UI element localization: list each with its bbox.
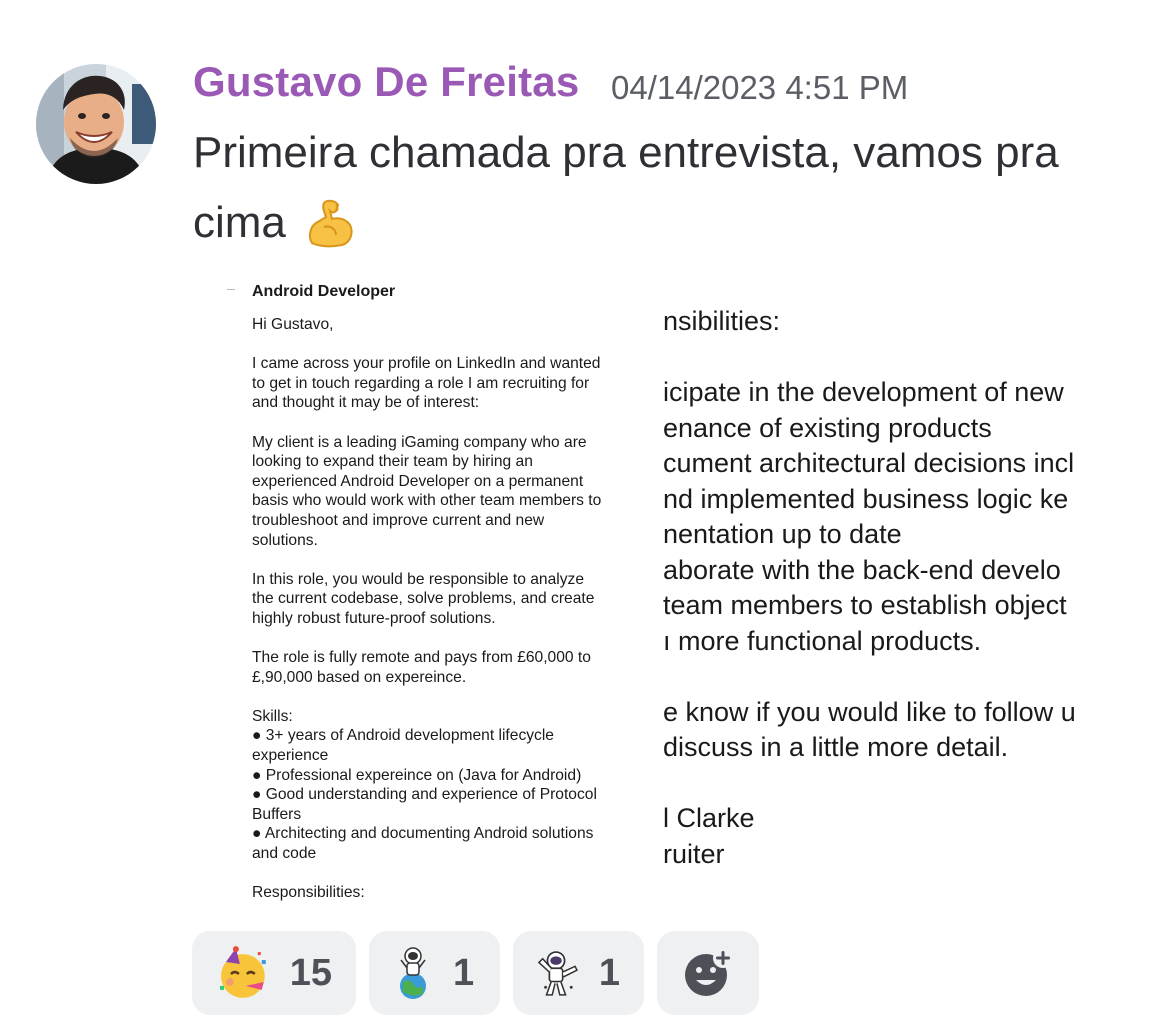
text-line — [663, 766, 1133, 802]
text-line: aborate with the back-end develo — [663, 554, 1061, 585]
text-line: nd implemented business logic ke — [663, 483, 1069, 514]
reaction-count: 1 — [453, 951, 475, 994]
paragraph: Skills: ● 3+ years of Android developmen… — [252, 707, 597, 863]
attachment-left-panel: Android Developer Hi Gustavo, I came acr… — [223, 282, 653, 910]
dabbing-astronaut-icon — [537, 951, 578, 996]
text-line — [663, 340, 1133, 376]
message-timestamp: 04/14/2023 4:51 PM — [611, 69, 909, 106]
add-reaction-icon — [685, 948, 733, 996]
text-line: nsibilities: — [663, 306, 781, 336]
text-line: enance of existing products — [663, 412, 992, 443]
partying-face-icon — [219, 946, 266, 998]
text-line: discuss in a little more detail. — [663, 732, 1009, 762]
text-line: team members to establish object — [663, 590, 1067, 620]
paragraph: In this role, you would be responsible t… — [252, 570, 595, 627]
divider — [227, 289, 235, 290]
reaction-count: 15 — [289, 951, 332, 994]
author-name[interactable]: Gustavo De Freitas — [193, 58, 579, 106]
attachment-title: Android Developer — [252, 283, 396, 300]
attachment-body: Hi Gustavo, I came across your profile o… — [252, 315, 647, 910]
add-reaction-button[interactable] — [657, 931, 759, 1015]
reaction-dabbing-astronaut[interactable]: 1 — [513, 931, 644, 1015]
text-line: e know if you would like to follow u — [663, 696, 1076, 727]
text-line: l Clarke — [663, 803, 755, 833]
message-text: Primeira chamada pra entrevista, vamos p… — [193, 118, 1153, 258]
attachment-right-panel: nsibilities: icipate in the development … — [663, 282, 1133, 910]
reaction-astronaut-globe[interactable]: 1 — [369, 931, 500, 1015]
reaction-count: 1 — [598, 951, 620, 994]
flexed-biceps-icon — [302, 197, 358, 253]
text-line: icipate in the development of new — [663, 377, 1064, 407]
paragraph: Hi Gustavo, — [252, 316, 334, 333]
paragraph: My client is a leading iGaming company w… — [252, 433, 602, 549]
astronaut-on-globe-icon — [400, 947, 426, 999]
text-line: nentation up to date — [663, 519, 902, 549]
text-line — [663, 659, 1133, 695]
reactions-bar: 15 1 1 — [192, 931, 759, 1015]
paragraph: The role is fully remote and pays from £… — [252, 649, 591, 686]
reaction-partying-face[interactable]: 15 — [192, 931, 356, 1015]
image-attachment[interactable]: Android Developer Hi Gustavo, I came acr… — [223, 282, 1133, 910]
text-line: cument architectural decisions incl — [663, 448, 1075, 478]
text-line: ı more functional products. — [663, 625, 982, 656]
text-line: ruiter — [663, 838, 725, 869]
paragraph: Responsibilities: — [252, 884, 365, 902]
user-photo-icon — [36, 64, 156, 184]
avatar[interactable] — [36, 64, 156, 184]
paragraph: I came across your profile on LinkedIn a… — [252, 355, 601, 412]
